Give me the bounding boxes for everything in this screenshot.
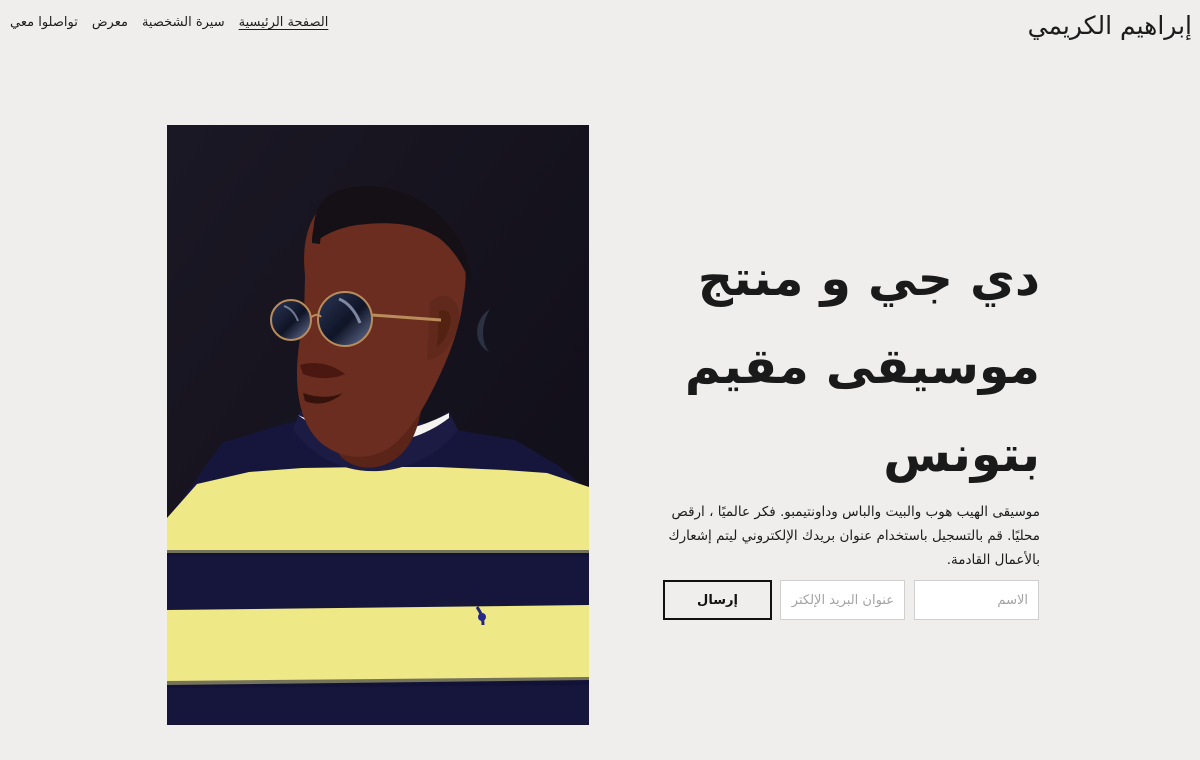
headline-line: موسيقى مقيم — [684, 338, 1040, 395]
nav-link-gallery[interactable]: معرض — [92, 14, 128, 32]
site-header: إبراهيم الكريمي الصفحة الرئيسية سيرة الش… — [0, 0, 1200, 60]
portrait-illustration — [167, 125, 589, 725]
newsletter-form: إرسال — [663, 580, 1039, 620]
headline-line: بتونس — [883, 426, 1040, 483]
hero-headline: دي جي و منتج موسيقى مقيم بتونس — [620, 235, 1040, 499]
name-field[interactable] — [914, 580, 1039, 620]
main-navigation: الصفحة الرئيسية سيرة الشخصية معرض تواصلو… — [10, 14, 328, 32]
hero-copy: دي جي و منتج موسيقى مقيم بتونس — [620, 235, 1040, 499]
artist-portrait — [167, 125, 589, 725]
headline-line: دي جي و منتج — [697, 250, 1040, 307]
site-title[interactable]: إبراهيم الكريمي — [1028, 10, 1192, 42]
email-field[interactable] — [780, 580, 905, 620]
hero-description: موسيقى الهيب هوب والبيت والباس وداونتيمب… — [668, 504, 1040, 568]
nav-link-home[interactable]: الصفحة الرئيسية — [239, 14, 329, 32]
nav-link-biography[interactable]: سيرة الشخصية — [142, 14, 225, 32]
submit-button[interactable]: إرسال — [663, 580, 772, 620]
nav-link-contact[interactable]: تواصلوا معي — [10, 14, 78, 32]
